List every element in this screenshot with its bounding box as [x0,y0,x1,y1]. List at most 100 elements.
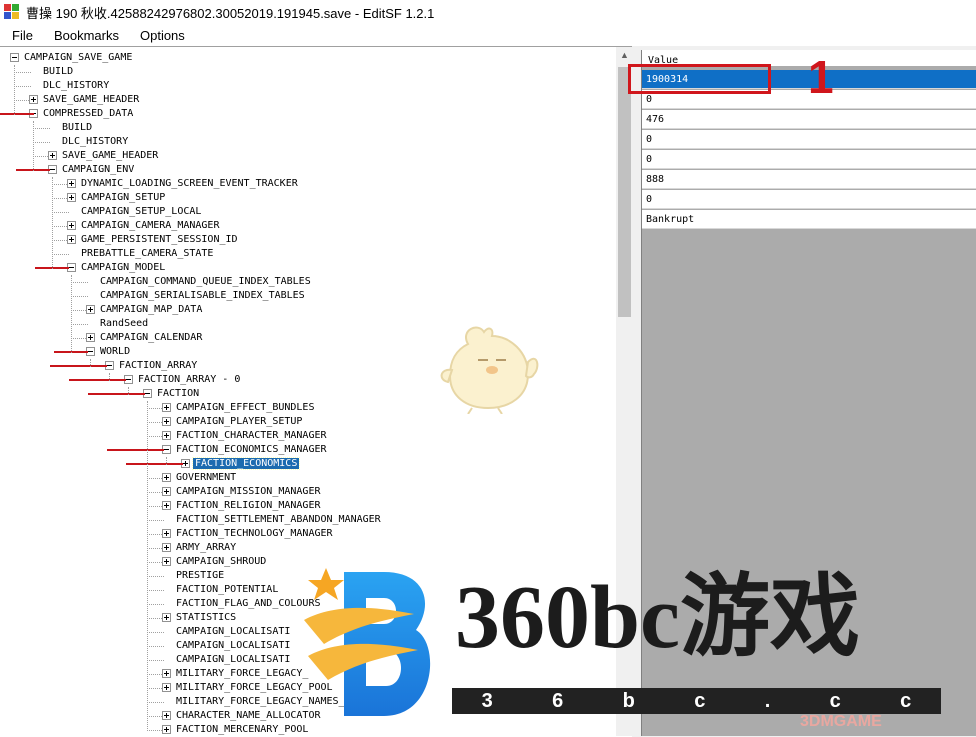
tree-node[interactable]: BUILD [48,121,94,135]
tree-node[interactable]: STATISTICS [162,611,238,625]
tree-node[interactable]: SAVE_GAME_HEADER [48,149,160,163]
tree-node[interactable]: MILITARY_FORCE_LEGACY_ [162,667,310,681]
tree-node-label: FACTION_POTENTIAL [176,584,279,595]
expand-plus-icon[interactable] [162,683,171,692]
tree-node[interactable]: CAMPAIGN_MODEL [67,261,167,275]
tree-node[interactable]: DLC_HISTORY [48,135,130,149]
tree-node-label: FACTION_RELIGION_MANAGER [176,500,321,511]
tree-node[interactable]: CAMPAIGN_CAMERA_MANAGER [67,219,221,233]
expand-plus-icon[interactable] [162,403,171,412]
tree-node[interactable]: DLC_HISTORY [29,79,111,93]
expand-plus-icon[interactable] [162,529,171,538]
expand-plus-icon[interactable] [67,179,76,188]
tree-node[interactable]: CAMPAIGN_LOCALISATI [162,639,292,653]
value-cell[interactable]: Bankrupt [642,210,976,229]
value-cell[interactable]: 0 [642,130,976,149]
tree-node[interactable]: FACTION [143,387,201,401]
expand-plus-icon[interactable] [162,431,171,440]
expand-plus-icon[interactable] [162,725,171,734]
tree-node[interactable]: CAMPAIGN_COMMAND_QUEUE_INDEX_TABLES [86,275,313,289]
tree-node[interactable]: SAVE_GAME_HEADER [29,93,141,107]
annotation-red-line [107,449,164,451]
tree-node[interactable]: FACTION_ECONOMICS [181,457,301,471]
tree-node[interactable]: CAMPAIGN_ENV [48,163,136,177]
tree-node[interactable]: DYNAMIC_LOADING_SCREEN_EVENT_TRACKER [67,177,300,191]
tree-node[interactable]: CHARACTER_NAME_ALLOCATOR [162,709,323,723]
expand-plus-icon[interactable] [67,193,76,202]
expand-plus-icon[interactable] [162,501,171,510]
expand-plus-icon[interactable] [162,543,171,552]
expand-plus-icon[interactable] [162,711,171,720]
tree-node[interactable]: CAMPAIGN_LOCALISATI [162,653,292,667]
title-bar: 曹操 190 秋收.42588242976802.30052019.191945… [0,0,976,24]
tree-node[interactable]: COMPRESSED_DATA [29,107,135,121]
menu-bookmarks[interactable]: Bookmarks [45,28,128,43]
tree-node[interactable]: CAMPAIGN_SERIALISABLE_INDEX_TABLES [86,289,307,303]
expand-plus-icon[interactable] [67,221,76,230]
tree-node[interactable]: PRESTIGE [162,569,226,583]
tree-node-label: PREBATTLE_CAMERA_STATE [81,248,214,259]
expand-plus-icon[interactable] [29,95,38,104]
annotation-red-line [88,393,145,395]
tree-node[interactable]: FACTION_FLAG_AND_COLOURS [162,597,323,611]
expand-plus-icon[interactable] [162,669,171,678]
tree-node[interactable]: GAME_PERSISTENT_SESSION_ID [67,233,240,247]
collapse-minus-icon[interactable] [10,53,19,62]
value-cell[interactable]: 0 [642,190,976,209]
tree-node[interactable]: FACTION_TECHNOLOGY_MANAGER [162,527,335,541]
tree-node[interactable]: CAMPAIGN_SETUP [67,191,167,205]
scroll-thumb[interactable] [618,67,631,317]
tree-node-label: CAMPAIGN_MODEL [81,262,166,273]
tree-node[interactable]: FACTION_CHARACTER_MANAGER [162,429,329,443]
tree-node[interactable]: CAMPAIGN_EFFECT_BUNDLES [162,401,316,415]
tree-node[interactable]: FACTION_RELIGION_MANAGER [162,499,323,513]
expand-plus-icon[interactable] [86,333,95,342]
expand-plus-icon[interactable] [162,417,171,426]
tree-node-label: BUILD [43,66,74,77]
value-cell[interactable]: 888 [642,170,976,189]
tree-node[interactable]: FACTION_MERCENARY_POOL [162,723,310,737]
window-title: 曹操 190 秋收.42588242976802.30052019.191945… [26,5,435,21]
tree-node[interactable]: FACTION_ECONOMICS_MANAGER [162,443,329,457]
tree-node[interactable]: FACTION_SETTLEMENT_ABANDON_MANAGER [162,513,383,527]
tree-node[interactable]: CAMPAIGN_SAVE_GAME [10,51,134,65]
tree-node[interactable]: CAMPAIGN_CALENDAR [86,331,204,345]
tree-node[interactable]: ARMY_ARRAY [162,541,238,555]
editsf-app-icon [4,4,20,20]
expand-plus-icon[interactable] [162,473,171,482]
tree-node[interactable]: WORLD [86,345,132,359]
value-cell[interactable]: 476 [642,110,976,129]
tree-node-label: CAMPAIGN_COMMAND_QUEUE_INDEX_TABLES [100,276,311,287]
expand-plus-icon[interactable] [162,557,171,566]
tree-node[interactable]: CAMPAIGN_SHROUD [162,555,268,569]
expand-plus-icon[interactable] [67,235,76,244]
tree-node[interactable]: BUILD [29,65,75,79]
expand-plus-icon[interactable] [48,151,57,160]
tree-node[interactable]: CAMPAIGN_PLAYER_SETUP [162,415,304,429]
expand-plus-icon[interactable] [162,487,171,496]
menu-options[interactable]: Options [131,28,194,43]
tree-node[interactable]: CAMPAIGN_MAP_DATA [86,303,204,317]
tree-node[interactable]: GOVERNMENT [162,471,238,485]
menu-file[interactable]: File [3,28,42,43]
tree-node-label: CAMPAIGN_CAMERA_MANAGER [81,220,220,231]
tree-node[interactable]: CAMPAIGN_SETUP_LOCAL [67,205,203,219]
tree-node-label: GAME_PERSISTENT_SESSION_ID [81,234,238,245]
tree-node[interactable]: FACTION_ARRAY - 0 [124,373,242,387]
tree-node-label: FACTION_ARRAY [119,360,198,371]
expand-plus-icon[interactable] [86,305,95,314]
tree-node[interactable]: RandSeed [86,317,150,331]
tree-node[interactable]: CAMPAIGN_MISSION_MANAGER [162,485,323,499]
tree-node[interactable]: CAMPAIGN_LOCALISATI [162,625,292,639]
tree-node-label: ARMY_ARRAY [176,542,237,553]
watermark-bar-char: c [694,689,706,712]
annotation-highlight-box [628,64,771,94]
tree-node[interactable]: PREBATTLE_CAMERA_STATE [67,247,215,261]
tree-node[interactable]: FACTION_ARRAY [105,359,199,373]
expand-plus-icon[interactable] [162,613,171,622]
scroll-up-arrow-icon[interactable]: ▲ [616,47,633,64]
tree-node[interactable]: FACTION_POTENTIAL [162,583,280,597]
tree-node-label: BUILD [62,122,93,133]
tree-node-label: FACTION_FLAG_AND_COLOURS [176,598,321,609]
value-cell[interactable]: 0 [642,150,976,169]
